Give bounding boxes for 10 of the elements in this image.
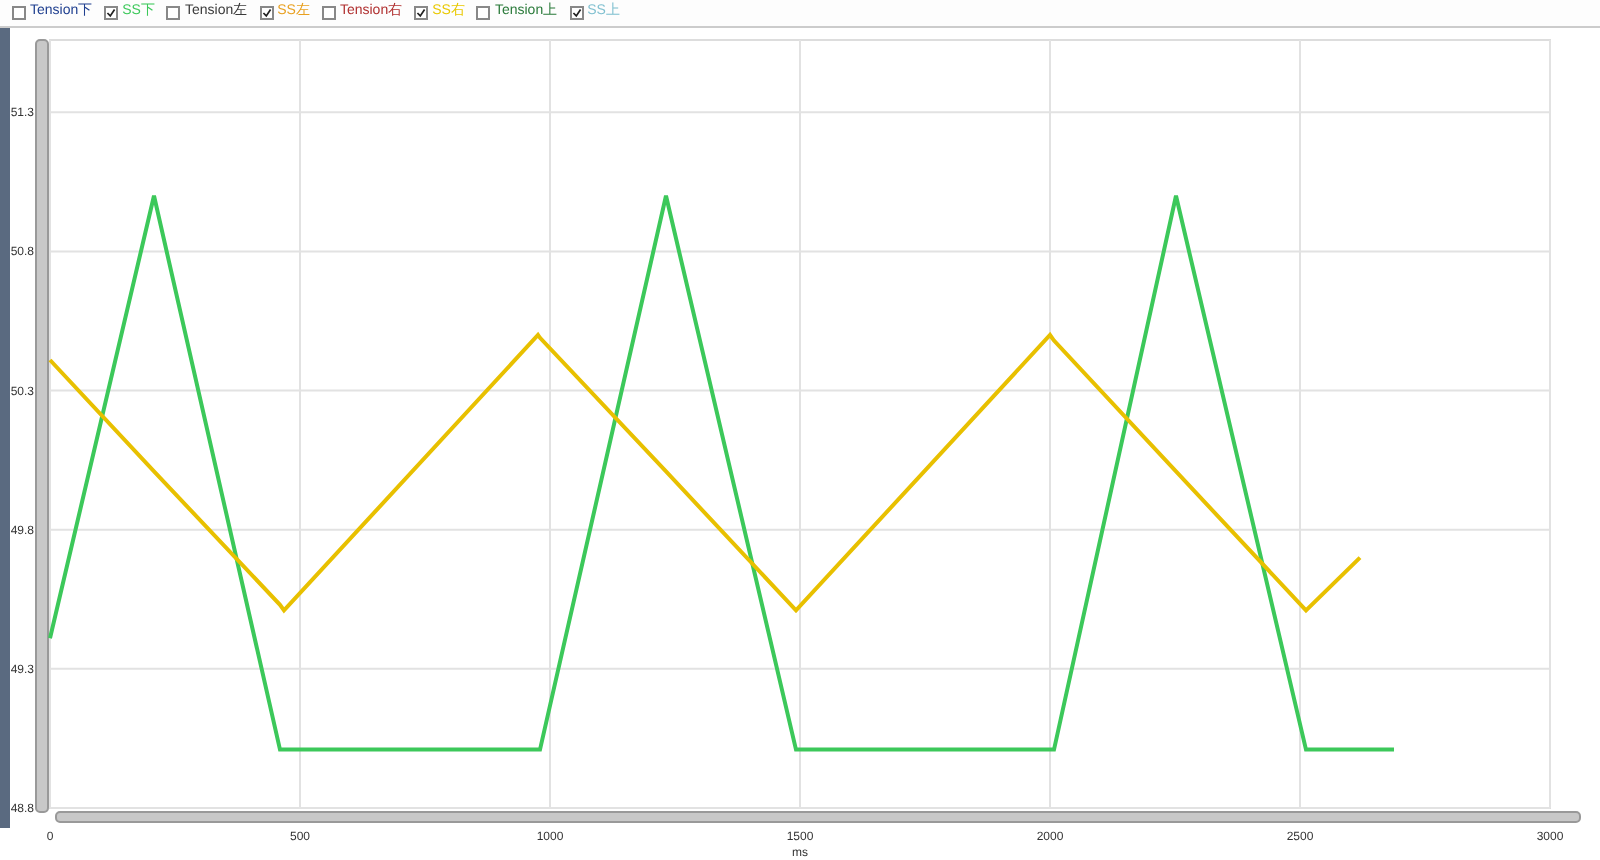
- checkbox[interactable]: [321, 6, 336, 20]
- scrollbar[interactable]: [35, 39, 49, 813]
- checkbox[interactable]: [12, 6, 26, 20]
- checkbox[interactable]: [104, 6, 119, 20]
- checkbox[interactable]: [259, 6, 274, 20]
- checkbox[interactable]: [476, 6, 491, 20]
- checkbox[interactable]: [166, 6, 181, 20]
- checkbox[interactable]: [569, 6, 584, 20]
- scrollbar[interactable]: [55, 811, 1581, 823]
- checkbox[interactable]: [414, 6, 429, 20]
